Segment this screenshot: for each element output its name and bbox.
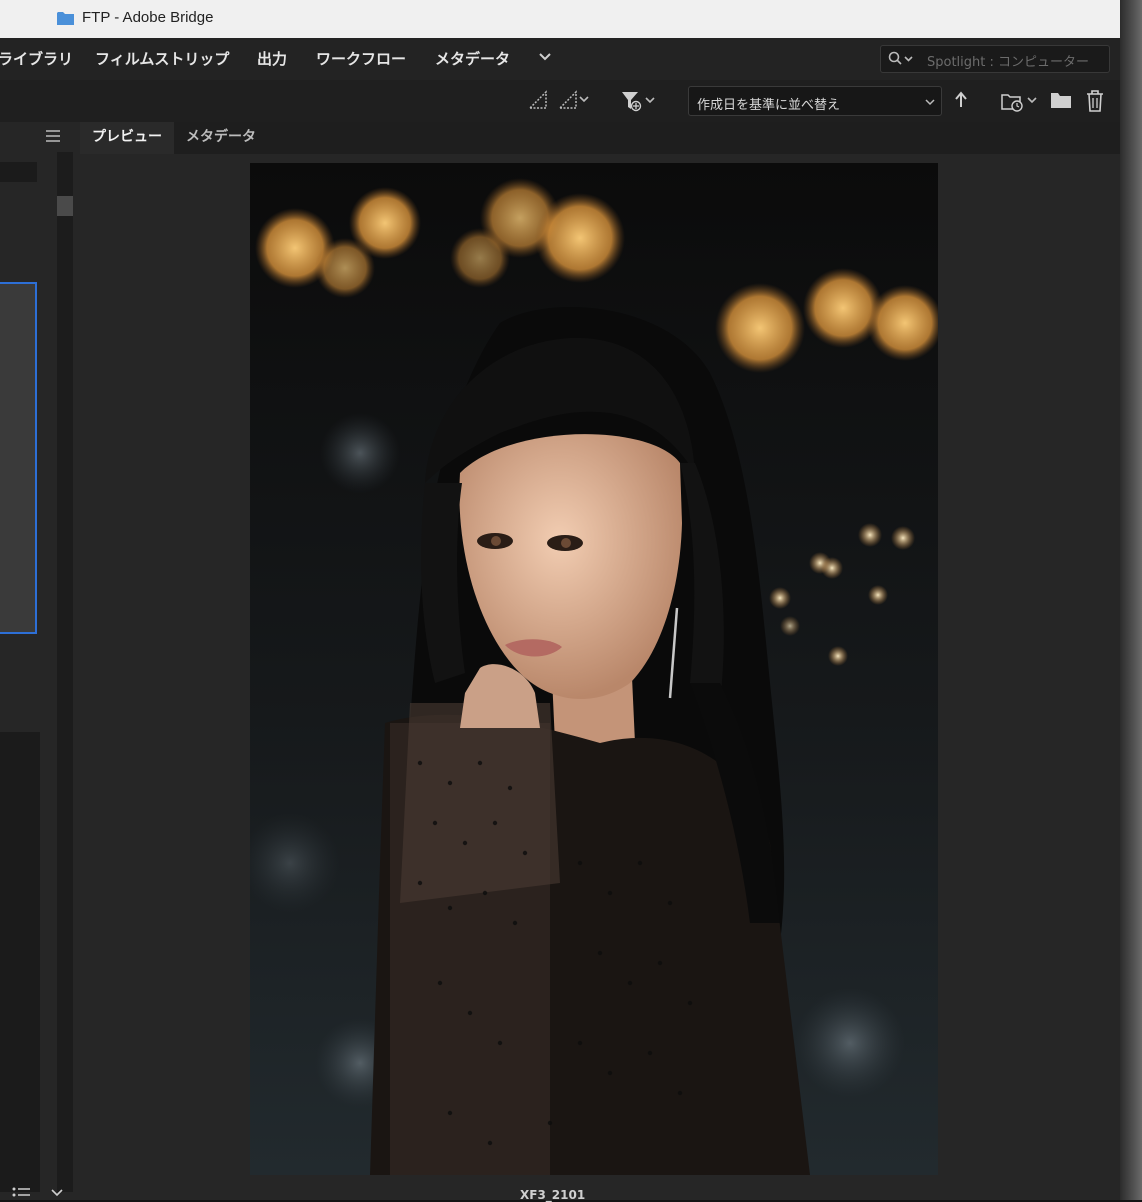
panel-header-strip [0,162,37,182]
filter-icon[interactable] [620,90,660,112]
menu-library[interactable]: ライブラリ [0,48,73,69]
quality-icon[interactable] [528,90,548,110]
menu-bar: ライブラリ フィルムストリップ 出力 ワークフロー メタデータ Spotligh… [0,38,1120,80]
panel-menu-icon[interactable] [46,130,60,142]
list-view-icon[interactable] [12,1186,72,1200]
tab-preview[interactable]: プレビュー [80,122,174,154]
toolbar: 作成日を基準に並べ替え [0,80,1120,122]
sort-select-value: 作成日を基準に並べ替え [697,98,841,113]
panel-tabs: プレビュー メタデータ [80,122,1120,155]
scrollbar[interactable] [57,152,73,1192]
preview-image [250,163,938,1175]
menu-workflow[interactable]: ワークフロー [316,48,406,69]
tab-metadata[interactable]: メタデータ [174,122,268,154]
arrow-up-icon[interactable] [954,90,968,110]
folder-icon [57,12,74,25]
menu-filmstrip[interactable]: フィルムストリップ [95,48,229,69]
recent-folder-icon[interactable] [1000,90,1042,112]
selected-thumbnail[interactable] [0,282,37,634]
monitor-bezel [1120,0,1142,1200]
window-title-bar: FTP - Adobe Bridge [0,0,1120,39]
sort-select[interactable]: 作成日を基準に並べ替え [688,86,942,116]
new-folder-icon[interactable] [1050,90,1072,110]
trash-icon[interactable] [1086,90,1104,112]
search-placeholder: Spotlight : コンピューター [927,55,1090,70]
menu-metadata[interactable]: メタデータ [435,48,510,69]
quality-options-icon[interactable] [558,90,592,110]
scrollbar-thumb[interactable] [57,196,73,216]
search-icon[interactable] [888,51,914,67]
window-title: FTP - Adobe Bridge [82,9,214,26]
spotlight-search-input[interactable]: Spotlight : コンピューター [880,45,1110,73]
panel-lower-area [0,732,40,1192]
chevron-down-icon [925,99,935,106]
menu-output[interactable]: 出力 [257,48,287,69]
chevron-down-icon[interactable] [538,50,552,64]
left-panel [0,122,80,1200]
